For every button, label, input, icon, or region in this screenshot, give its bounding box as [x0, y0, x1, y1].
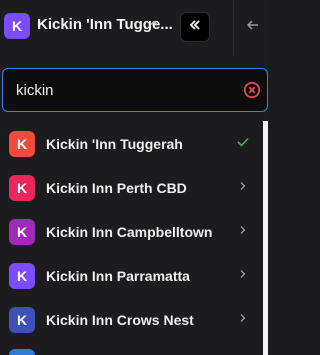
- clear-search-icon[interactable]: [243, 81, 261, 99]
- workspace-avatar: K: [9, 263, 35, 289]
- list-item[interactable]: K Kickin Inn Perth CBD: [0, 165, 262, 209]
- chevron-right-icon[interactable]: [236, 222, 250, 238]
- workspace-avatar: K: [9, 131, 35, 157]
- list-item[interactable]: K Kickin Inn Crows Nest: [0, 297, 262, 341]
- list-item-label: Kickin Inn Parramatta: [46, 268, 190, 284]
- check-icon: [236, 134, 250, 150]
- chevron-right-icon[interactable]: [236, 178, 250, 194]
- search-box: [2, 68, 268, 112]
- list-item-label: Kickin Inn Campbelltown: [46, 224, 213, 240]
- list-item[interactable]: K Kickin Inn Parramatta: [0, 253, 262, 297]
- list-item-label: Kickin Inn Perth CBD: [46, 180, 187, 196]
- list-item[interactable]: K Kickin Inn Campbelltown: [0, 209, 262, 253]
- workspace-avatar: K: [9, 219, 35, 245]
- list-item-label: Kickin 'Inn Tuggerah: [46, 136, 183, 152]
- workspace-avatar: K: [9, 307, 35, 333]
- header: K Kickin 'Inn Tugge...: [0, 0, 268, 56]
- background-panel-edge: [263, 121, 268, 355]
- chevron-right-icon[interactable]: [236, 310, 250, 326]
- list-item[interactable]: K Kickin 'Inn Tuggerah: [0, 121, 262, 165]
- workspace-switcher: K Kickin 'Inn Tugge... K Kickin 'Inn Tug…: [0, 0, 268, 355]
- chevron-up-icon[interactable]: [149, 18, 159, 31]
- search-input[interactable]: [16, 79, 236, 101]
- divider: [233, 0, 234, 56]
- chevron-right-icon[interactable]: [236, 266, 250, 282]
- workspace-avatar[interactable]: K: [4, 13, 30, 39]
- workspace-avatar-partial: [9, 349, 35, 355]
- collapse-sidebar-button[interactable]: [180, 12, 210, 42]
- arrow-left-icon[interactable]: [246, 18, 260, 37]
- double-chevron-left-icon: [188, 18, 202, 36]
- list-item-label: Kickin Inn Crows Nest: [46, 312, 194, 328]
- workspace-avatar: K: [9, 175, 35, 201]
